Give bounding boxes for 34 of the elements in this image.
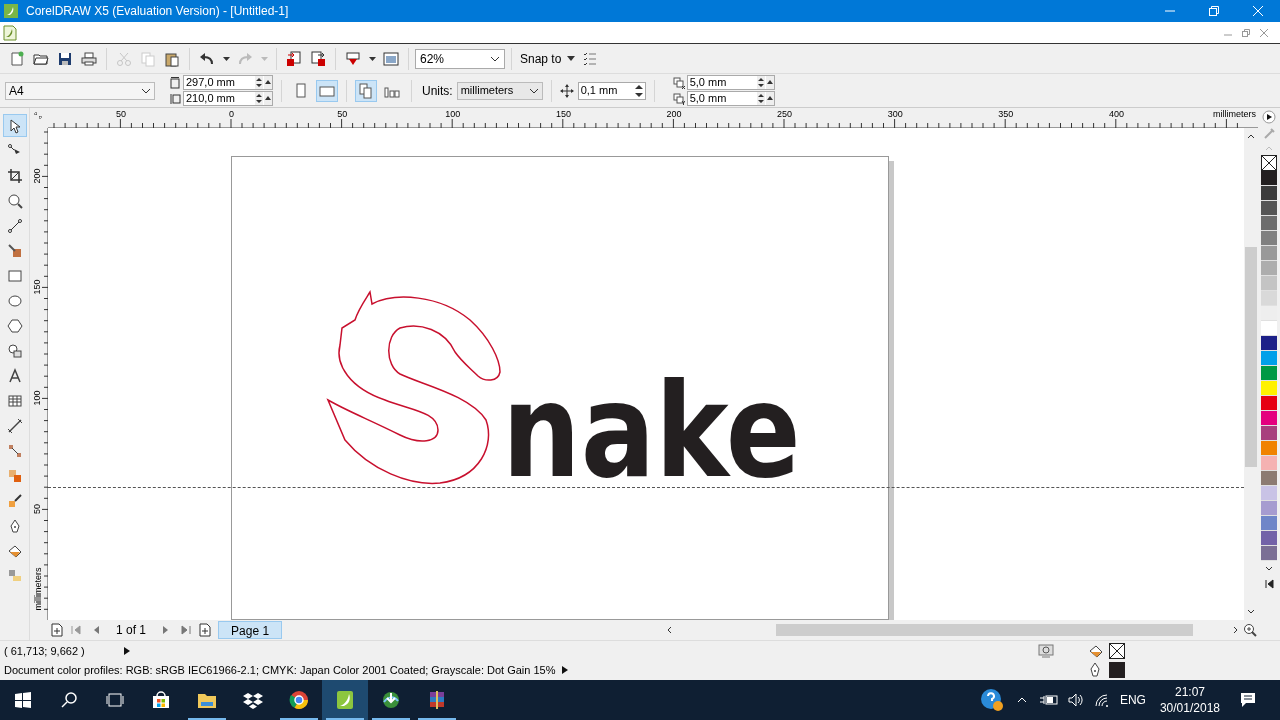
ruler-label: 200 (666, 109, 682, 119)
ruler-label: 150 (32, 277, 42, 297)
page-count: 1 of 1 (116, 622, 147, 639)
units-label: Units: (422, 82, 453, 100)
ruler-label: 0 (229, 109, 235, 119)
clock[interactable]: 21:07 30/01/2018 (1159, 684, 1220, 716)
ruler-label: 50 (116, 109, 126, 119)
duplicate-x-field[interactable]: 5,0 mm (686, 75, 775, 90)
ruler-label: 250 (777, 109, 793, 119)
ruler-label: 400 (1108, 109, 1124, 119)
time-text: 21:07 (1174, 684, 1205, 700)
ruler-label: 100 (445, 109, 461, 119)
nudge-distance-field[interactable]: 0,1 mm (577, 81, 646, 100)
ruler-unit-label: millimeters (1213, 109, 1256, 119)
ruler-label: 350 (998, 109, 1014, 119)
color-profiles-text: Document color profiles: RGB: sRGB IEC61966-2.1; CMYK: Japan Color 2001 Coated; Grayscale: Dot Gain 15% (4, 663, 556, 678)
page-size-dropdown[interactable]: A4 (5, 81, 155, 100)
zoom-level-dropdown[interactable]: 62% (415, 48, 505, 69)
page-height-field[interactable]: 210,0 mm (183, 91, 273, 106)
artwork-text[interactable]: nake (502, 375, 801, 487)
input-language[interactable]: ENG (1119, 691, 1146, 709)
ruler-label: 100 (32, 388, 42, 408)
window-title: CorelDRAW X5 (Evaluation Version) - [Untitled-1] (26, 3, 290, 20)
cursor-position: ( 61,713; 9,662 ) (4, 643, 85, 659)
units-dropdown[interactable]: millimeters (456, 81, 543, 100)
ruler-label: 150 (555, 109, 571, 119)
page-tab[interactable]: Page 1 (218, 621, 283, 639)
snap-to-button[interactable]: Snap to (518, 47, 578, 70)
date-text: 30/01/2018 (1159, 700, 1220, 716)
ruler-label: 50 (337, 109, 348, 119)
ruler-label: 300 (887, 109, 903, 119)
page-width-field[interactable]: 297,0 mm (183, 75, 273, 90)
ruler-label: 200 (32, 166, 42, 186)
duplicate-y-field[interactable]: 5,0 mm (686, 91, 775, 106)
